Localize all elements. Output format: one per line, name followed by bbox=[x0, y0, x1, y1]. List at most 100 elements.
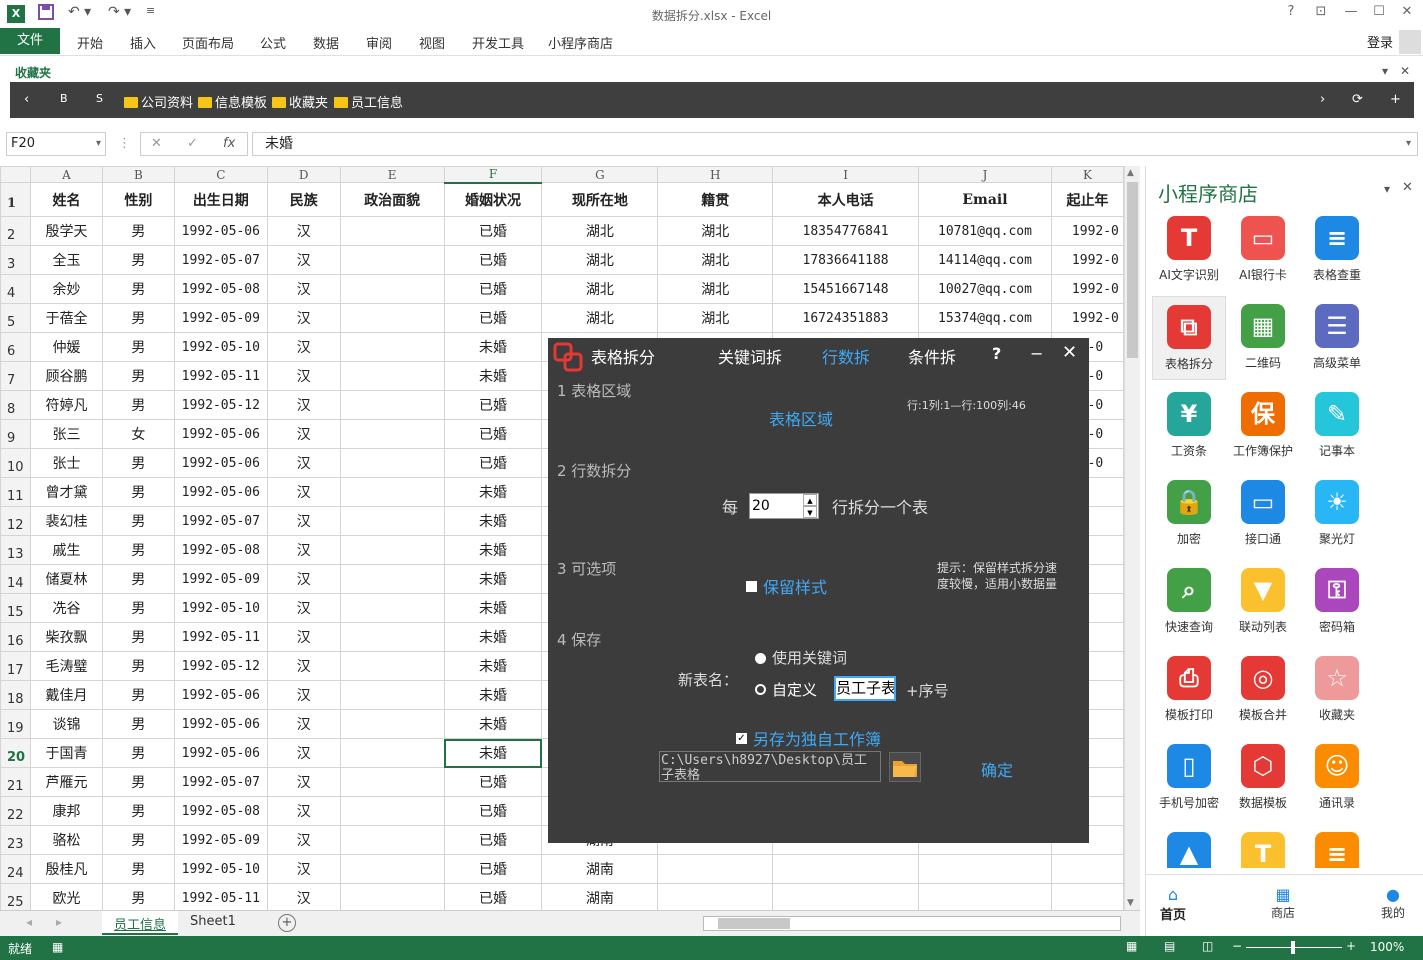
radio-keyword-label[interactable]: 使用关键词 bbox=[772, 647, 847, 668]
tab-condition-split[interactable]: 条件拆 bbox=[908, 344, 956, 368]
cell[interactable]: 1992-05-08 bbox=[173, 796, 268, 826]
header-cell[interactable]: 现所在地 bbox=[541, 182, 659, 217]
column-header-a[interactable]: A bbox=[29, 166, 103, 183]
cell[interactable]: 男 bbox=[101, 506, 175, 536]
cell[interactable] bbox=[339, 506, 445, 536]
column-header-k[interactable]: K bbox=[1050, 166, 1124, 183]
cell[interactable] bbox=[339, 709, 445, 739]
horizontal-scrollbar[interactable] bbox=[703, 916, 1121, 931]
cell[interactable]: 未婚 bbox=[443, 361, 543, 391]
app-item[interactable]: ☺ 通讯录 bbox=[1300, 736, 1374, 820]
cell[interactable]: 14114@qq.com bbox=[918, 245, 1052, 275]
cell[interactable]: 未婚 bbox=[443, 651, 543, 681]
cell[interactable] bbox=[339, 303, 445, 333]
cell[interactable]: 未婚 bbox=[443, 680, 543, 710]
chevron-right-icon[interactable]: › bbox=[1320, 92, 1325, 107]
cell[interactable]: 湖北 bbox=[657, 303, 774, 333]
table-range-button[interactable]: 表格区域 bbox=[769, 406, 833, 430]
zoom-slider[interactable] bbox=[1246, 941, 1342, 954]
app-item[interactable]: T文本处理 bbox=[1226, 824, 1300, 868]
cell[interactable]: 全玉 bbox=[29, 245, 103, 275]
app-item[interactable]: 🔒 加密 bbox=[1152, 472, 1226, 556]
cell[interactable]: 未婚 bbox=[443, 709, 543, 739]
cell[interactable]: 汉 bbox=[266, 361, 341, 391]
row-header[interactable]: 15 bbox=[0, 593, 31, 623]
tab-row-split[interactable]: 行数拆 bbox=[822, 344, 870, 368]
app-item[interactable]: ▭ AI银行卡 bbox=[1226, 208, 1300, 292]
row-header[interactable]: 13 bbox=[0, 535, 31, 565]
cell[interactable]: 已婚 bbox=[443, 390, 543, 420]
cell[interactable]: 10027@qq.com bbox=[918, 274, 1052, 304]
cell[interactable]: 1992-05-11 bbox=[173, 361, 268, 391]
cell[interactable] bbox=[772, 883, 920, 910]
save-separate-label[interactable]: 另存为独自工作簿 bbox=[753, 726, 881, 750]
chevron-left-icon[interactable]: ‹ bbox=[24, 92, 29, 107]
header-cell[interactable]: 本人电话 bbox=[772, 182, 920, 217]
cell[interactable]: 汉 bbox=[266, 216, 341, 246]
tab-developer[interactable]: 开发工具 bbox=[472, 33, 524, 52]
row-header[interactable]: 20 bbox=[0, 738, 31, 768]
row-header[interactable]: 17 bbox=[0, 651, 31, 681]
app-item[interactable]: ▼ 联动列表 bbox=[1226, 560, 1300, 644]
app-item[interactable]: ≡文本填充 bbox=[1300, 824, 1374, 868]
cell[interactable]: 17836641188 bbox=[772, 245, 920, 275]
cell[interactable] bbox=[339, 535, 445, 565]
custom-name-input[interactable]: 员工子表 bbox=[834, 676, 896, 701]
radio-custom-label[interactable]: 自定义 bbox=[772, 679, 817, 700]
app-item[interactable]: ▭ 接口通 bbox=[1226, 472, 1300, 556]
hscroll-thumb[interactable] bbox=[718, 918, 790, 929]
row-header[interactable]: 24 bbox=[0, 854, 31, 884]
add-sheet-button[interactable]: + bbox=[278, 914, 296, 932]
cell[interactable]: 康邦 bbox=[29, 796, 103, 826]
cell[interactable]: 殷学天 bbox=[29, 216, 103, 246]
cell[interactable] bbox=[339, 419, 445, 449]
cell[interactable]: 未婚 bbox=[443, 535, 543, 565]
column-header-e[interactable]: E bbox=[339, 166, 445, 183]
cell[interactable]: 1992-05-09 bbox=[173, 564, 268, 594]
header-cell[interactable]: 民族 bbox=[266, 182, 341, 217]
page-layout-view-icon[interactable]: ▤ bbox=[1164, 939, 1175, 953]
cell[interactable]: 1992-05-10 bbox=[173, 332, 268, 362]
cell[interactable]: 1992-05-06 bbox=[173, 738, 268, 768]
app-item[interactable]: ¥ 工资条 bbox=[1152, 384, 1226, 468]
cell[interactable]: 已婚 bbox=[443, 419, 543, 449]
cell[interactable]: 已婚 bbox=[443, 303, 543, 333]
cell[interactable]: 仲媛 bbox=[29, 332, 103, 362]
cell[interactable]: 1992-05-10 bbox=[173, 593, 268, 623]
sheet-next-icon[interactable]: ▸ bbox=[56, 915, 62, 929]
cell[interactable]: 10781@qq.com bbox=[918, 216, 1052, 246]
cell[interactable]: 1992-05-12 bbox=[173, 651, 268, 681]
cell[interactable]: 男 bbox=[101, 332, 175, 362]
spin-up-icon[interactable]: ▲ bbox=[803, 494, 817, 506]
cell[interactable]: 男 bbox=[101, 216, 175, 246]
cell[interactable]: 汉 bbox=[266, 709, 341, 739]
cell[interactable]: 骆松 bbox=[29, 825, 103, 855]
cell[interactable] bbox=[918, 854, 1052, 884]
cell[interactable]: 裴幻桂 bbox=[29, 506, 103, 536]
cell[interactable] bbox=[339, 477, 445, 507]
cell[interactable]: 1992-05-06 bbox=[173, 419, 268, 449]
cell[interactable]: 1992-0 bbox=[1050, 274, 1124, 304]
cell[interactable]: 汉 bbox=[266, 477, 341, 507]
cell[interactable]: 张士 bbox=[29, 448, 103, 478]
sheet-prev-icon[interactable]: ◂ bbox=[26, 915, 32, 929]
column-header-c[interactable]: C bbox=[173, 166, 268, 183]
cell[interactable] bbox=[1050, 854, 1124, 884]
cell[interactable]: 湖北 bbox=[657, 274, 774, 304]
fav-folder-favorites[interactable]: 收藏夹 bbox=[272, 92, 328, 111]
cell[interactable]: 1992-05-09 bbox=[173, 825, 268, 855]
app-item[interactable]: ☆ 收藏夹 bbox=[1300, 648, 1374, 732]
cell[interactable]: 于蓓全 bbox=[29, 303, 103, 333]
cell[interactable]: 冼谷 bbox=[29, 593, 103, 623]
cell[interactable]: 16724351883 bbox=[772, 303, 920, 333]
tab-view[interactable]: 视图 bbox=[419, 33, 445, 52]
select-all-corner[interactable] bbox=[0, 166, 31, 183]
cell[interactable]: 未婚 bbox=[443, 564, 543, 594]
column-header-i[interactable]: I bbox=[772, 166, 920, 183]
cell[interactable]: 未婚 bbox=[443, 622, 543, 652]
header-cell[interactable]: 性别 bbox=[101, 182, 175, 217]
enter-icon[interactable]: ✓ bbox=[187, 133, 198, 155]
spin-down-icon[interactable]: ▼ bbox=[803, 506, 817, 518]
zoom-in-icon[interactable]: + bbox=[1346, 939, 1356, 953]
nav-home[interactable]: ⌂ 首页 bbox=[1158, 885, 1188, 923]
